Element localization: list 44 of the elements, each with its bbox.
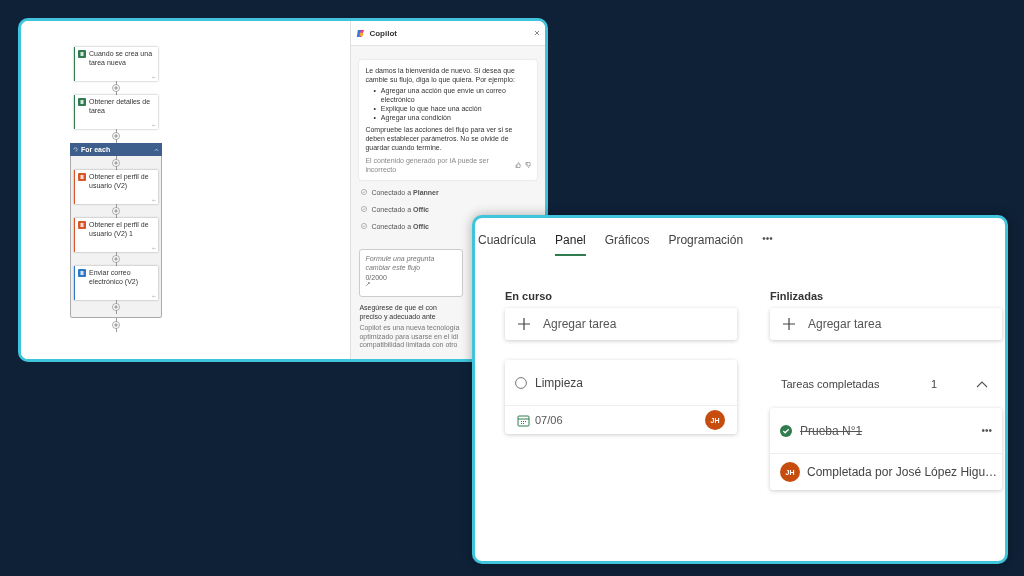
plus-icon	[517, 317, 531, 331]
app-icon	[78, 221, 86, 229]
add-step-icon[interactable]	[112, 321, 120, 329]
completed-by-text: Completada por José López Higu…	[807, 465, 998, 479]
mail-app-icon	[78, 269, 86, 277]
check-circle-icon	[361, 206, 368, 212]
view-tab[interactable]: Panel	[555, 233, 586, 256]
task-checkbox[interactable]	[515, 376, 527, 389]
panel-title: Copilot	[369, 28, 398, 38]
add-step-icon[interactable]	[112, 84, 120, 92]
more-button[interactable]: •••	[981, 425, 992, 436]
thumbs-up-icon[interactable]	[515, 162, 521, 168]
app-icon	[78, 98, 86, 106]
chevron-icon[interactable]	[976, 380, 988, 388]
task-title: Prueba N°1	[800, 423, 864, 438]
task-title: Limpieza	[535, 375, 585, 390]
view-tab[interactable]: Gráficos	[604, 233, 650, 256]
add-step-icon[interactable]	[112, 132, 120, 140]
add-step-icon[interactable]	[112, 303, 120, 311]
add-step-icon[interactable]	[112, 159, 120, 167]
check-circle-icon	[361, 189, 368, 195]
app-icon	[78, 173, 86, 181]
loop-icon	[73, 147, 78, 152]
column-title: En curso	[505, 290, 554, 304]
plus-icon	[782, 317, 796, 331]
view-tab[interactable]: Programación	[668, 233, 744, 256]
section-count: 1	[931, 378, 939, 390]
add-step-icon[interactable]	[112, 255, 120, 263]
add-task-button[interactable]: Agregar tarea	[770, 308, 1002, 340]
close-icon[interactable]	[534, 30, 540, 36]
add-step-icon[interactable]	[112, 207, 120, 215]
section-label: Tareas completadas	[781, 378, 881, 390]
due-date: 07/06	[535, 414, 564, 426]
column-title: Finlizadas	[770, 290, 825, 304]
sparkle-icon[interactable]	[365, 281, 372, 287]
copilot-logo-icon	[356, 28, 366, 38]
add-task-button[interactable]: Agregar tarea	[505, 308, 737, 340]
check-circle-icon	[361, 223, 368, 229]
app-icon	[78, 50, 86, 58]
view-tab[interactable]: Cuadrícula	[478, 233, 537, 256]
thumbs-down-icon[interactable]	[525, 162, 531, 168]
calendar-icon	[517, 413, 530, 427]
completed-check-icon[interactable]	[780, 424, 792, 437]
more-button[interactable]: •••	[762, 233, 773, 244]
